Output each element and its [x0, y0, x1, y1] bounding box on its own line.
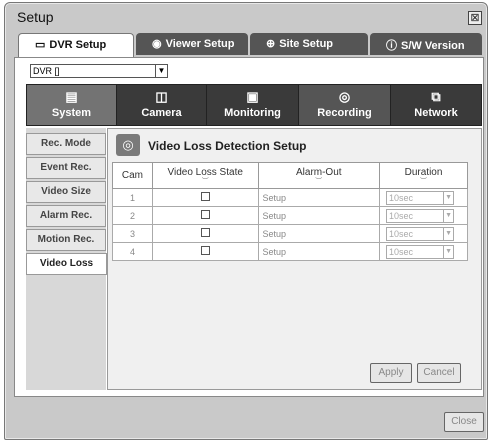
close-button[interactable]: Close — [444, 412, 484, 432]
video-loss-checkbox[interactable] — [200, 192, 210, 201]
cam-number: 2 — [112, 206, 153, 225]
video-loss-checkbox[interactable] — [200, 228, 210, 237]
tab-label: DVR Setup — [49, 39, 107, 51]
sidebar-item-event-rec[interactable]: Event Rec. — [26, 157, 106, 179]
duration-select[interactable]: 10sec ▼ — [386, 208, 455, 223]
cam-number: 3 — [112, 224, 153, 243]
network-icon: ⧉ — [431, 89, 441, 104]
category-recording[interactable]: ◎ Recording — [299, 85, 391, 125]
video-loss-checkbox[interactable] — [200, 246, 210, 255]
sidebar-item-video-size[interactable]: Video Size — [26, 181, 106, 203]
sidebar-item-motion-rec[interactable]: Motion Rec. — [26, 229, 106, 251]
viewer-icon: ◉ — [152, 38, 162, 50]
monitor-icon: ▣ — [246, 89, 259, 104]
alarm-out-setup[interactable]: Setup — [257, 224, 381, 243]
category-camera[interactable]: ◫ Camera — [117, 85, 207, 125]
column-header-video-loss-state: Video Loss State ︶ — [151, 162, 259, 189]
tab-label: Site Setup — [279, 38, 334, 50]
category-monitoring[interactable]: ▣ Monitoring — [207, 85, 299, 125]
table-row: 2 Setup 10sec ▼ — [112, 206, 468, 225]
tab-sw-version[interactable]: ⓘ S/W Version — [370, 33, 482, 55]
duration-cell: 10sec ▼ — [379, 224, 468, 243]
duration-cell: 10sec ▼ — [379, 206, 468, 225]
close-icon[interactable]: ⊠ — [468, 11, 482, 25]
cam-number: 1 — [112, 188, 153, 207]
chevron-down-icon[interactable]: ▼ — [443, 209, 453, 222]
table-row: 4 Setup 10sec ▼ — [112, 242, 468, 261]
alarm-out-setup[interactable]: Setup — [257, 242, 381, 261]
video-loss-checkbox-cell — [151, 242, 259, 261]
duration-select[interactable]: 10sec ▼ — [386, 226, 455, 241]
tab-viewer-setup[interactable]: ◉ Viewer Setup — [136, 33, 248, 55]
category-label: Monitoring — [224, 107, 281, 119]
column-header-cam: Cam — [112, 162, 153, 189]
chevron-down-icon[interactable]: ▼ — [155, 65, 167, 77]
tab-label: Viewer Setup — [165, 38, 235, 50]
category-label: Recording — [317, 107, 372, 119]
category-network[interactable]: ⧉ Network — [391, 85, 481, 125]
globe-icon: ⊕ — [266, 38, 276, 50]
category-label: Network — [414, 107, 458, 119]
window-title: Setup — [17, 9, 54, 25]
video-loss-checkbox-cell — [151, 188, 259, 207]
duration-select[interactable]: 10sec ▼ — [386, 244, 455, 259]
cancel-button[interactable]: Cancel — [417, 363, 461, 383]
column-header-alarm-out: Alarm-Out ︶ — [257, 162, 381, 189]
video-loss-checkbox-cell — [151, 206, 259, 225]
category-label: System — [51, 107, 92, 119]
duration-cell: 10sec ▼ — [379, 188, 468, 207]
video-loss-checkbox-cell — [151, 224, 259, 243]
table-row: 3 Setup 10sec ▼ — [112, 224, 468, 243]
table-row: 1 Setup 10sec ▼ — [112, 188, 468, 207]
monitor-icon: ▭ — [35, 39, 46, 51]
alarm-out-setup[interactable]: Setup — [257, 206, 381, 225]
sidebar-item-video-loss[interactable]: Video Loss — [26, 253, 107, 275]
system-icon: ▤ — [65, 89, 78, 104]
alarm-out-setup[interactable]: Setup — [257, 188, 381, 207]
column-header-duration: Duration ︶ — [379, 162, 468, 189]
apply-button[interactable]: Apply — [370, 363, 412, 383]
camera-icon: ◫ — [155, 89, 168, 104]
tab-site-setup[interactable]: ⊕ Site Setup — [250, 33, 368, 55]
recording-icon: ◎ — [338, 89, 351, 104]
video-loss-table: Cam Video Loss State ︶ Alarm-Out ︶ Duratio… — [112, 162, 468, 261]
cam-number: 4 — [112, 242, 153, 261]
category-label: Camera — [141, 107, 182, 119]
video-loss-checkbox[interactable] — [200, 210, 210, 219]
category-system[interactable]: ▤ System — [27, 85, 117, 125]
chevron-down-icon[interactable]: ▼ — [443, 227, 453, 240]
info-icon: ⓘ — [386, 40, 397, 52]
dvr-select[interactable]: DVR [] ▼ — [30, 64, 168, 78]
duration-select[interactable]: 10sec ▼ — [386, 190, 455, 205]
dvr-select-value: DVR [] — [33, 66, 60, 76]
chevron-down-icon[interactable]: ▼ — [443, 245, 453, 258]
sidebar-item-alarm-rec[interactable]: Alarm Rec. — [26, 205, 106, 227]
section-title: Video Loss Detection Setup — [148, 139, 307, 153]
tab-label: S/W Version — [401, 40, 465, 52]
video-loss-icon: ◎ — [116, 134, 140, 156]
tab-dvr-setup[interactable]: ▭ DVR Setup — [18, 33, 134, 57]
duration-cell: 10sec ▼ — [379, 242, 468, 261]
sidebar-item-rec-mode[interactable]: Rec. Mode — [26, 133, 106, 155]
chevron-down-icon[interactable]: ▼ — [443, 191, 453, 204]
